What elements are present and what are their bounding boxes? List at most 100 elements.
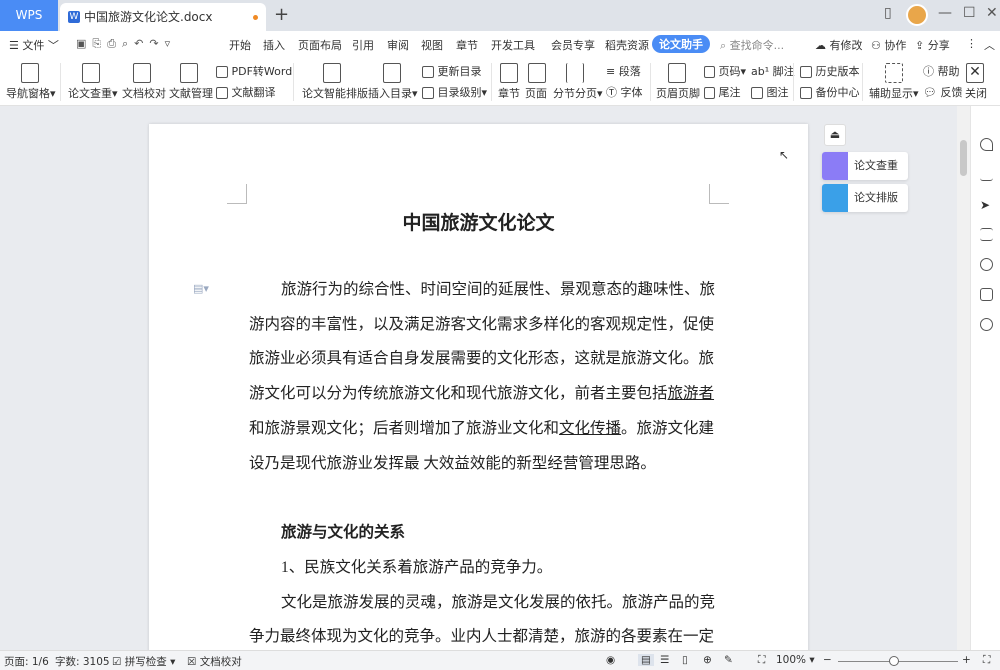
file-menu[interactable]: ☰ 文件 ﹀ (9, 37, 59, 53)
layout-icon (822, 184, 848, 212)
close-window-button[interactable]: ✕ (986, 5, 998, 21)
backup-icon[interactable] (980, 288, 993, 301)
font-button[interactable]: Ⓣ 字体 (606, 84, 643, 100)
caption-button[interactable]: 图注 (751, 84, 789, 100)
menu-insert[interactable]: 插入 (263, 37, 285, 53)
toc-level-button[interactable]: 目录级别▾ (422, 84, 487, 100)
menu-docer[interactable]: 稻壳资源 (605, 37, 649, 53)
zoom-slider-handle[interactable] (889, 656, 899, 666)
underlined-term: 文化传播 (559, 420, 621, 437)
aux-display-icon (885, 63, 903, 83)
settings-sliders-icon[interactable] (980, 228, 993, 241)
backup-button[interactable]: 备份中心 (800, 84, 860, 100)
menu-devtools[interactable]: 开发工具 (491, 37, 535, 53)
unsaved-dot-icon (253, 15, 258, 20)
page-indicator[interactable]: 页面: 1/6 (4, 654, 49, 669)
plagiarism-check-button[interactable]: 论文查重▾ (68, 85, 118, 101)
menu-view[interactable]: 视图 (421, 37, 443, 53)
nav-pane-icon (21, 63, 39, 83)
menu-start[interactable]: 开始 (229, 37, 251, 53)
text-line: 游文化可以分为传统旅游文化和现代旅游文化，前者主要包括旅游者 (249, 383, 708, 405)
more-icon[interactable]: ⋮ (966, 37, 977, 50)
smart-layout-button[interactable]: 论文智能排版 (302, 85, 368, 101)
write-mode-icon[interactable]: ✎ (724, 654, 733, 666)
close-thesis-button[interactable]: 关闭 (965, 85, 987, 101)
web-view-icon[interactable]: ⊕ (703, 654, 712, 666)
reference-manager-button[interactable]: 文献管理 (169, 85, 213, 101)
page-setup-icon (528, 63, 546, 83)
feedback-button[interactable]: 💬︎ 反馈 (923, 84, 962, 100)
page-setup-button[interactable]: 页面 (525, 85, 547, 101)
share-button[interactable]: ⇪ 分享 (915, 37, 950, 53)
zoom-in-button[interactable]: + (962, 654, 971, 666)
spell-check-button[interactable]: ☑ 拼写检查 ▾ (112, 654, 175, 669)
insert-toc-button[interactable]: 插入目录▾ (368, 85, 418, 101)
menu-layout[interactable]: 页面布局 (298, 37, 342, 53)
collapse-panel-button[interactable]: ⏏ (824, 124, 846, 146)
quick-access-icons[interactable]: ▣⎘⎙⌕↶↷▿ (76, 37, 176, 51)
document-tab-title: 中国旅游文化论文.docx (84, 10, 212, 24)
section-button[interactable]: 章节 (498, 85, 520, 101)
section-break-button[interactable]: 分节分页▾ (553, 85, 603, 101)
collab-button[interactable]: ⚇ 协作 (871, 37, 906, 53)
document-page[interactable]: ▤▾ 中国旅游文化论文 旅游行为的综合性、时间空间的延展性、景观意态的趣味性、旅… (149, 124, 808, 650)
reading-view-icon[interactable]: ▯ (682, 654, 688, 666)
mouse-cursor-icon: ↖ (779, 148, 789, 162)
pdf-to-word-button[interactable]: PDF转Word (216, 63, 292, 79)
menu-reference[interactable]: 引用 (352, 37, 374, 53)
endnote-button[interactable]: 尾注 (704, 84, 741, 100)
aux-display-button[interactable]: 辅助显示▾ (869, 85, 919, 101)
document-tab[interactable]: W 中国旅游文化论文.docx (60, 3, 266, 31)
zoom-level[interactable]: 100% ▾ (776, 654, 815, 666)
wps-home-tab[interactable]: WPS (0, 0, 58, 31)
paragraph-handle-icon[interactable]: ▤▾ (193, 282, 209, 295)
paragraph-button[interactable]: ≡ 段落 (606, 63, 641, 79)
text-line: 设乃是现代旅游业发挥最 大效益效能的新型经营管理思路。 (249, 453, 708, 475)
tab-bar: WPS W 中国旅游文化论文.docx + ▯ — ☐ ✕ (0, 0, 1000, 31)
pen-icon[interactable] (980, 168, 993, 181)
text-line: 游内容的丰富性，以及满足游客文化需求多样化的客观规定性，促使 (249, 314, 708, 336)
insert-toc-icon (383, 63, 401, 83)
menu-chapter[interactable]: 章节 (456, 37, 478, 53)
menu-member[interactable]: 会员专享 (551, 37, 595, 53)
vertical-scrollbar[interactable] (957, 106, 970, 650)
service-icon[interactable] (980, 318, 993, 331)
minimize-button[interactable]: — (938, 5, 952, 21)
proofread-status-button[interactable]: ☒ 文档校对 (187, 654, 242, 669)
page-number-button[interactable]: 页码▾ (704, 63, 746, 79)
avatar[interactable] (906, 4, 928, 26)
zoom-out-button[interactable]: − (823, 654, 832, 666)
menu-review[interactable]: 审阅 (387, 37, 409, 53)
page-view-icon[interactable]: ▤ (638, 654, 654, 666)
rocket-icon[interactable] (980, 138, 993, 151)
panel-plagiarism-button[interactable]: 论文查重 (822, 152, 908, 180)
history-button[interactable]: 历史版本 (800, 63, 860, 79)
fullscreen-icon[interactable]: ⛶ (983, 654, 990, 667)
nav-pane-button[interactable]: 导航窗格▾ (6, 85, 56, 101)
proofread-button[interactable]: 文档校对 (122, 85, 166, 101)
footnote-button[interactable]: ab¹ 脚注 (751, 63, 795, 79)
ribbon-toolbar: 导航窗格▾ 论文查重▾ 文档校对 文献管理 PDF转Word 文献翻译 论文智能… (0, 57, 1000, 106)
panel-layout-button[interactable]: 论文排版 (822, 184, 908, 212)
collapse-ribbon-icon[interactable]: ︿ (984, 37, 995, 53)
fit-page-icon[interactable]: ⛶ (758, 654, 765, 667)
modified-button[interactable]: ☁ 有修改 (815, 37, 863, 53)
list-item: 1、民族文化关系着旅游产品的竞争力。 (281, 557, 708, 579)
help-button[interactable]: ⓘ 帮助 (923, 63, 960, 79)
command-search[interactable]: ⌕ 查找命令... (720, 37, 784, 53)
word-doc-icon: W (68, 11, 80, 23)
maximize-button[interactable]: ☐ (963, 5, 976, 21)
outline-view-icon[interactable]: ☰ (660, 654, 669, 666)
help-icon[interactable] (980, 258, 993, 271)
layout-icon[interactable]: ▯ (884, 5, 892, 21)
scrollbar-thumb[interactable] (960, 140, 967, 176)
text-line: 文化是旅游发展的灵魂，旅游是文化发展的依托。旅游产品的竞 (281, 592, 708, 614)
header-footer-button[interactable]: 页眉页脚 (656, 85, 700, 101)
menu-thesis-assistant[interactable]: 论文助手 (652, 35, 710, 53)
eye-protection-icon[interactable]: ◉ (606, 654, 615, 666)
new-tab-button[interactable]: + (274, 4, 289, 25)
update-toc-button[interactable]: 更新目录 (422, 63, 482, 79)
translate-button[interactable]: 文献翻译 (216, 84, 276, 100)
word-count[interactable]: 字数: 3105 (55, 654, 110, 669)
pointer-icon[interactable]: ➤ (980, 198, 993, 211)
